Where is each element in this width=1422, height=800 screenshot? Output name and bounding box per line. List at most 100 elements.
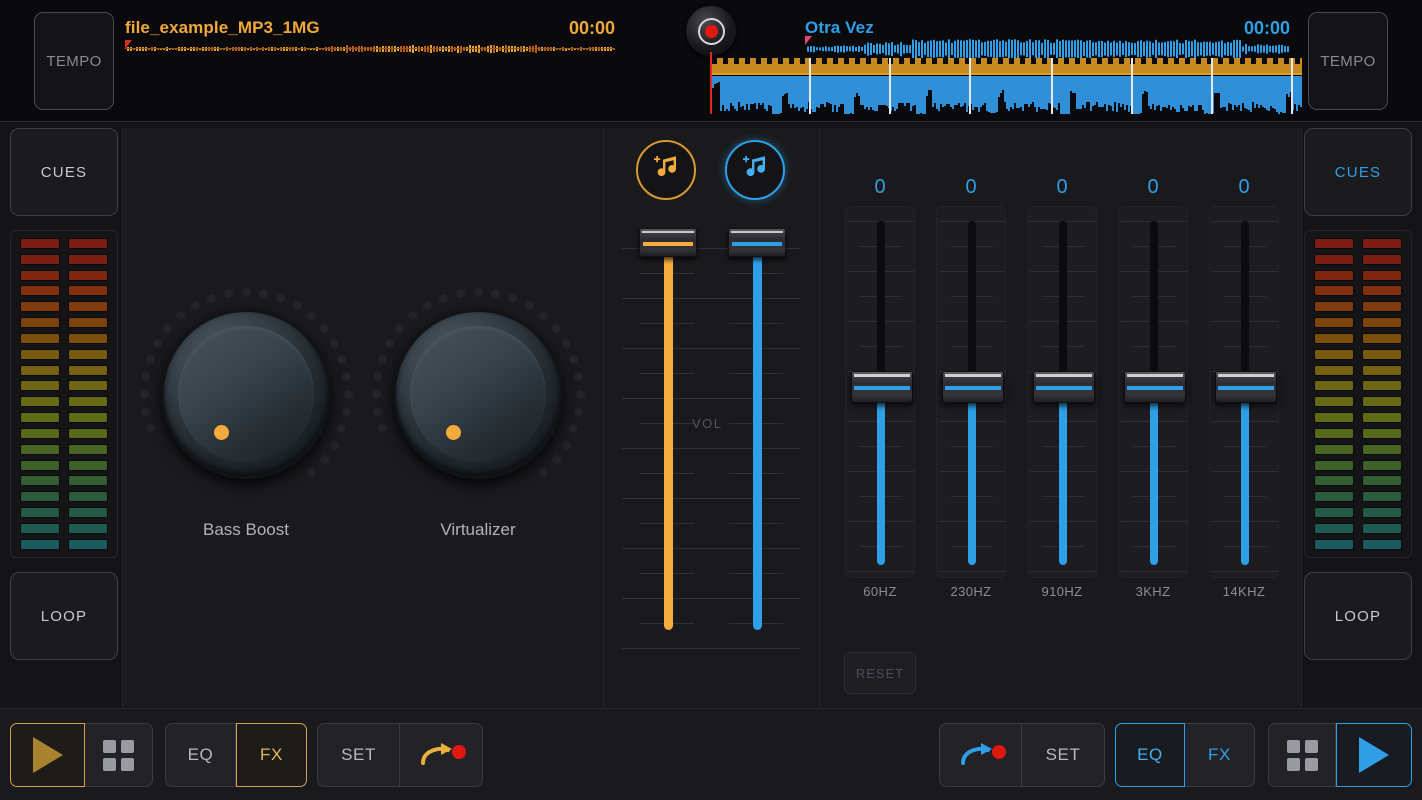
eq-slider-handle[interactable] (1215, 371, 1277, 403)
deck-a-set-button[interactable]: SET (317, 723, 400, 787)
deck-a-waveform[interactable] (125, 42, 615, 56)
vu-segment (20, 459, 60, 471)
vu-segment (68, 443, 108, 455)
eq-slider-track[interactable] (1118, 206, 1188, 578)
cues-label-right: CUES (1334, 163, 1382, 181)
knob-tick-dot (276, 293, 286, 303)
tempo-button-right[interactable]: TEMPO (1308, 12, 1388, 110)
knob-body[interactable] (161, 309, 331, 479)
deck-a-track-title: file_example_MP3_1MG (125, 18, 320, 37)
deck-b-beatgrid[interactable] (710, 58, 1302, 114)
vu-segment (20, 238, 60, 249)
eq-value: 0 (965, 176, 977, 198)
knob-tick-dot (292, 301, 302, 311)
deck-b-eq-tab[interactable]: EQ (1115, 723, 1185, 787)
vu-segment (1314, 507, 1354, 519)
deck-a-pads-button[interactable] (85, 723, 153, 787)
eq-band-label: 230HZ (950, 584, 992, 599)
vu-segment (1362, 396, 1402, 408)
knob-label-virtualizer: Virtualizer (440, 520, 516, 539)
deck-a-side-column: CUES LOOP (10, 128, 118, 660)
deck-b-time: 00:00 (1243, 18, 1290, 38)
deck-a-eq-tab[interactable]: EQ (165, 723, 236, 787)
eq-slider-track[interactable] (1209, 206, 1279, 578)
add-music-note-icon (740, 152, 770, 189)
knob-tick-dot (153, 338, 163, 348)
knob-tick-dot (329, 440, 339, 450)
loop-button-left[interactable]: LOOP (10, 572, 118, 660)
deck-a-volume-fader[interactable] (622, 228, 712, 658)
knob-indicator-dot (214, 425, 229, 440)
vu-segment (1314, 522, 1354, 534)
vu-segment (1314, 443, 1354, 455)
add-track-b-button[interactable] (725, 140, 785, 200)
eq-slider-track[interactable] (1027, 206, 1097, 578)
eq-slider-track[interactable] (845, 206, 915, 578)
cues-button-left[interactable]: CUES (10, 128, 118, 216)
vu-segment (68, 301, 108, 313)
knob-indicator-dot (446, 425, 461, 440)
vu-segment (1362, 317, 1402, 329)
loop-button-right[interactable]: LOOP (1304, 572, 1412, 660)
deck-b-volume-fader[interactable] (711, 228, 801, 658)
deck-b-pads-button[interactable] (1268, 723, 1336, 787)
deck-b-fx-tab[interactable]: FX (1185, 723, 1255, 787)
deck-a-loop-rec-button[interactable] (400, 723, 483, 787)
knob-tick-dot (561, 338, 571, 348)
deck-a-fx-label: FX (260, 745, 283, 764)
knob-tick-dot (139, 389, 149, 399)
play-icon (32, 737, 63, 773)
dj-mixer-app: TEMPO file_example_MP3_1MG 00:00 Otra Ve… (0, 0, 1422, 800)
vu-segment (1314, 301, 1354, 313)
eq-slider-handle[interactable] (942, 371, 1004, 403)
knob-tick-dot (341, 407, 351, 417)
fader-handle[interactable] (639, 228, 697, 257)
eq-slider-track[interactable] (936, 206, 1006, 578)
vu-segment (1362, 269, 1402, 281)
deck-b-loop-rec-button[interactable] (939, 723, 1022, 787)
deck-b-play-button[interactable] (1336, 723, 1412, 787)
deck-b-eq-label: EQ (1137, 745, 1163, 764)
knob-body[interactable] (393, 309, 563, 479)
knob-tick-dot (175, 311, 185, 321)
vu-lane (1362, 238, 1402, 550)
vu-segment (1314, 396, 1354, 408)
eq-slider-handle[interactable] (1124, 371, 1186, 403)
vu-segment (1362, 301, 1402, 313)
vu-segment (68, 491, 108, 503)
vu-segment (20, 522, 60, 534)
deck-b-track-title: Otra Vez (805, 18, 874, 37)
vu-segment (68, 253, 108, 265)
eq-slider-handle[interactable] (851, 371, 913, 403)
eq-slider-stem (877, 221, 885, 381)
deck-a-time: 00:00 (568, 18, 615, 38)
vu-segment (68, 285, 108, 297)
vu-segment (20, 475, 60, 487)
deck-b-detail-waveform (710, 76, 1302, 114)
vu-segment (20, 348, 60, 360)
fader-tick (622, 648, 712, 649)
deck-a-fx-tab[interactable]: FX (236, 723, 307, 787)
eq-slider-stem (1241, 221, 1249, 381)
add-music-note-icon (651, 152, 681, 189)
knob-tick-dot (385, 338, 395, 348)
vu-segment (1314, 427, 1354, 439)
knob-tick-dot (163, 323, 173, 333)
tempo-button-left[interactable]: TEMPO (34, 12, 114, 110)
deck-a-play-button[interactable] (10, 723, 85, 787)
fader-tick (711, 648, 801, 649)
record-button[interactable] (686, 6, 736, 56)
deck-b-overview-waveform[interactable] (805, 38, 1290, 60)
knob-tick-dot (341, 371, 351, 381)
deck-b-set-button[interactable]: SET (1022, 723, 1105, 787)
deck-b-playhead-flag (805, 36, 812, 45)
fader-handle[interactable] (728, 228, 786, 257)
eq-slider-handle[interactable] (1033, 371, 1095, 403)
eq-reset-button[interactable]: RESET (844, 652, 916, 694)
knob-tick-dot (337, 354, 347, 364)
knob-tick-dot (206, 293, 216, 303)
add-track-a-button[interactable] (636, 140, 696, 200)
vu-segment (68, 475, 108, 487)
cues-button-right[interactable]: CUES (1304, 128, 1412, 216)
effects-panel: Bass Boost Virtualizer (122, 128, 604, 708)
